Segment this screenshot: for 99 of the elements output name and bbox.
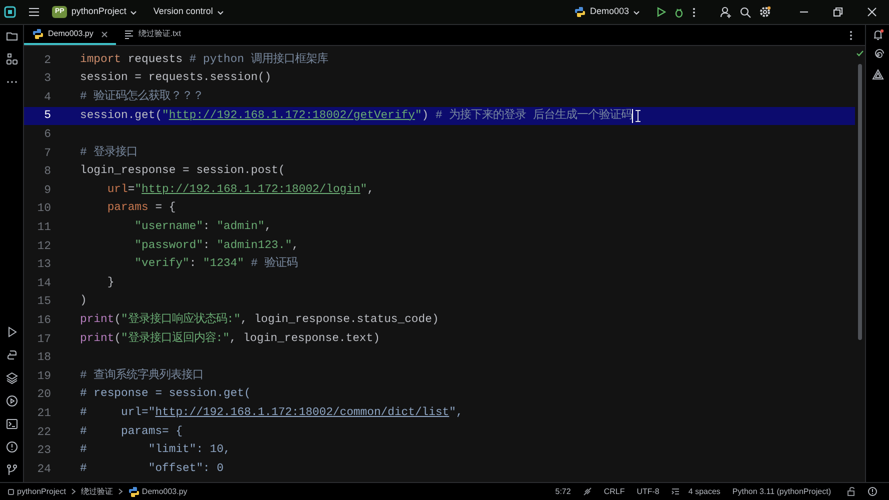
code-line: # 登录接口: [80, 144, 138, 161]
file-encoding[interactable]: UTF-8: [636, 486, 660, 498]
readonly-icon[interactable]: [582, 487, 592, 496]
line-number: 2: [43, 52, 51, 69]
warning-icon[interactable]: [868, 487, 877, 496]
line-number: 8: [43, 164, 51, 180]
code-line: login_response = session.post(: [80, 164, 286, 180]
code-line: # "limit": 10,: [80, 442, 230, 458]
line-number: 7: [43, 146, 51, 162]
breadcrumb[interactable]: pythonProject: [17, 486, 66, 498]
ai-assistant-icon[interactable]: [872, 69, 884, 81]
chevron-down-icon: [633, 10, 640, 14]
text-caret: [632, 109, 634, 124]
code-line: "password": "admin123.",: [134, 238, 299, 254]
line-number: 11: [36, 220, 51, 236]
code-line: import requests # python 调用接口框架库: [80, 52, 328, 68]
python-icon: [574, 6, 586, 18]
code-line: # 查询系统字典列表接口: [80, 368, 204, 384]
line-number: 4: [43, 90, 51, 106]
line-number: 21: [36, 406, 51, 422]
line-number: 12: [36, 238, 51, 255]
run-config-dropdown[interactable]: Demo003: [570, 5, 644, 19]
line-number: 13: [36, 257, 51, 274]
text-file-icon: [124, 29, 134, 39]
line-number: 6: [43, 127, 51, 144]
chevron-down-icon: [216, 10, 224, 14]
line-number: 10: [36, 201, 51, 218]
line-number: 14: [36, 276, 51, 292]
code-line: # params= {: [80, 424, 183, 440]
python-icon: [128, 486, 140, 498]
lock-icon[interactable]: [847, 487, 856, 496]
bug-icon[interactable]: [674, 6, 684, 18]
code-line: session = requests.session(): [80, 70, 272, 86]
code-line: print("登录接口返回内容:", login_response.text): [80, 330, 380, 347]
close-icon[interactable]: [867, 7, 877, 17]
code-line: "verify": "1234" # 验证码: [134, 256, 298, 272]
settings-icon[interactable]: [759, 6, 771, 18]
scrollbar[interactable]: [858, 64, 862, 340]
line-separator[interactable]: CRLF: [604, 486, 625, 498]
more-icon[interactable]: [692, 6, 696, 18]
interpreter[interactable]: Python 3.11 (pythonProject): [732, 486, 831, 498]
code-line: url="http://192.168.1.172:18002/login",: [106, 182, 374, 198]
folder-icon[interactable]: [6, 30, 18, 42]
indent-icon[interactable]: [671, 487, 680, 496]
app-logo-icon[interactable]: [4, 6, 16, 18]
line-number: 5: [43, 108, 51, 124]
vcs-dropdown[interactable]: Version control: [149, 5, 228, 19]
code-line: # 验证码怎么获取？？？: [80, 88, 204, 105]
chevron-down-icon: [130, 10, 138, 14]
line-number: 19: [36, 368, 51, 385]
add-user-icon[interactable]: [720, 6, 732, 18]
line-number: 9: [43, 182, 51, 199]
search-icon[interactable]: [740, 6, 751, 18]
code-line: }: [106, 276, 114, 291]
python-icon: [32, 28, 44, 40]
close-icon[interactable]: [101, 30, 108, 38]
terminal-icon[interactable]: [6, 418, 18, 430]
more-icon[interactable]: [849, 30, 853, 40]
python-console-icon[interactable]: [6, 349, 18, 361]
line-number: 15: [36, 294, 51, 310]
services-icon[interactable]: [6, 395, 18, 407]
check-icon: [856, 50, 864, 57]
run-icon[interactable]: [6, 326, 18, 338]
run-config-name: Demo003: [590, 5, 629, 18]
code-line: session.get("http://192.168.1.172:18002/getVerify") # 为接下来的登录 后台生成一个验证码: [80, 108, 632, 124]
notifications-icon[interactable]: [872, 29, 884, 41]
layers-icon[interactable]: [6, 372, 18, 384]
git-icon[interactable]: [6, 464, 18, 476]
line-number: 18: [36, 350, 51, 366]
line-number: 16: [36, 312, 51, 329]
text-cursor-icon: [635, 110, 642, 122]
code-line: ): [80, 294, 87, 310]
chevron-right-icon: [118, 488, 123, 495]
chevron-right-icon: [70, 488, 76, 495]
line-number: 20: [36, 387, 51, 404]
code-line: # "offset": 0: [80, 462, 224, 477]
vcs-label: Version control: [153, 5, 213, 18]
line-number: 22: [36, 424, 51, 441]
code-line: print("登录接口响应状态码:", login_response.status_code): [80, 312, 439, 328]
code-line: # response = session.get(: [80, 386, 251, 402]
project-name: pythonProject: [71, 5, 126, 18]
indent-setting[interactable]: 4 spaces: [688, 486, 720, 498]
code-line: "username": "admin",: [134, 220, 272, 236]
breadcrumb[interactable]: Demo003.py: [142, 486, 188, 498]
line-number: 17: [36, 332, 51, 348]
code-line: params = {: [106, 200, 176, 216]
menu-icon[interactable]: [28, 7, 40, 17]
run-icon[interactable]: [656, 7, 666, 17]
breadcrumb[interactable]: 绕过验证: [80, 486, 113, 498]
line-number: 24: [36, 462, 51, 478]
restore-icon[interactable]: [833, 7, 843, 17]
line-number: 3: [43, 71, 51, 88]
caret-position[interactable]: 5:72: [555, 486, 571, 498]
file-tab[interactable]: 绕过验证.txt: [116, 25, 190, 45]
problems-icon[interactable]: [6, 441, 18, 453]
line-number: 23: [36, 443, 51, 460]
module-icon: [8, 488, 14, 494]
code-line: # url="http://192.168.1.172:18002/common/dict/list",: [80, 406, 463, 422]
structure-icon[interactable]: [6, 53, 18, 65]
